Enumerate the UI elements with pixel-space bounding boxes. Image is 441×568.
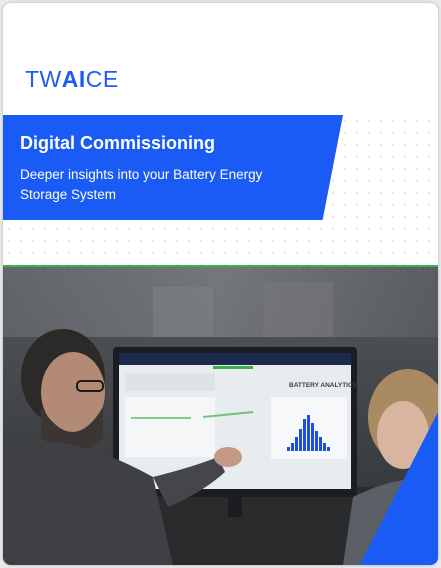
cover-subtitle: Deeper insights into your Battery Energy…: [20, 167, 263, 202]
battery-analytics-label: BATTERY ANALYTICS: [289, 382, 358, 389]
cover-title: Digital Commissioning: [20, 133, 216, 153]
twaice-logo: TWAICE: [25, 66, 119, 92]
cover-photo: BATTERY ANALYTICS: [3, 267, 438, 565]
brochure-cover: TWAICE Digital Commissioning Deeper insi…: [3, 3, 438, 565]
